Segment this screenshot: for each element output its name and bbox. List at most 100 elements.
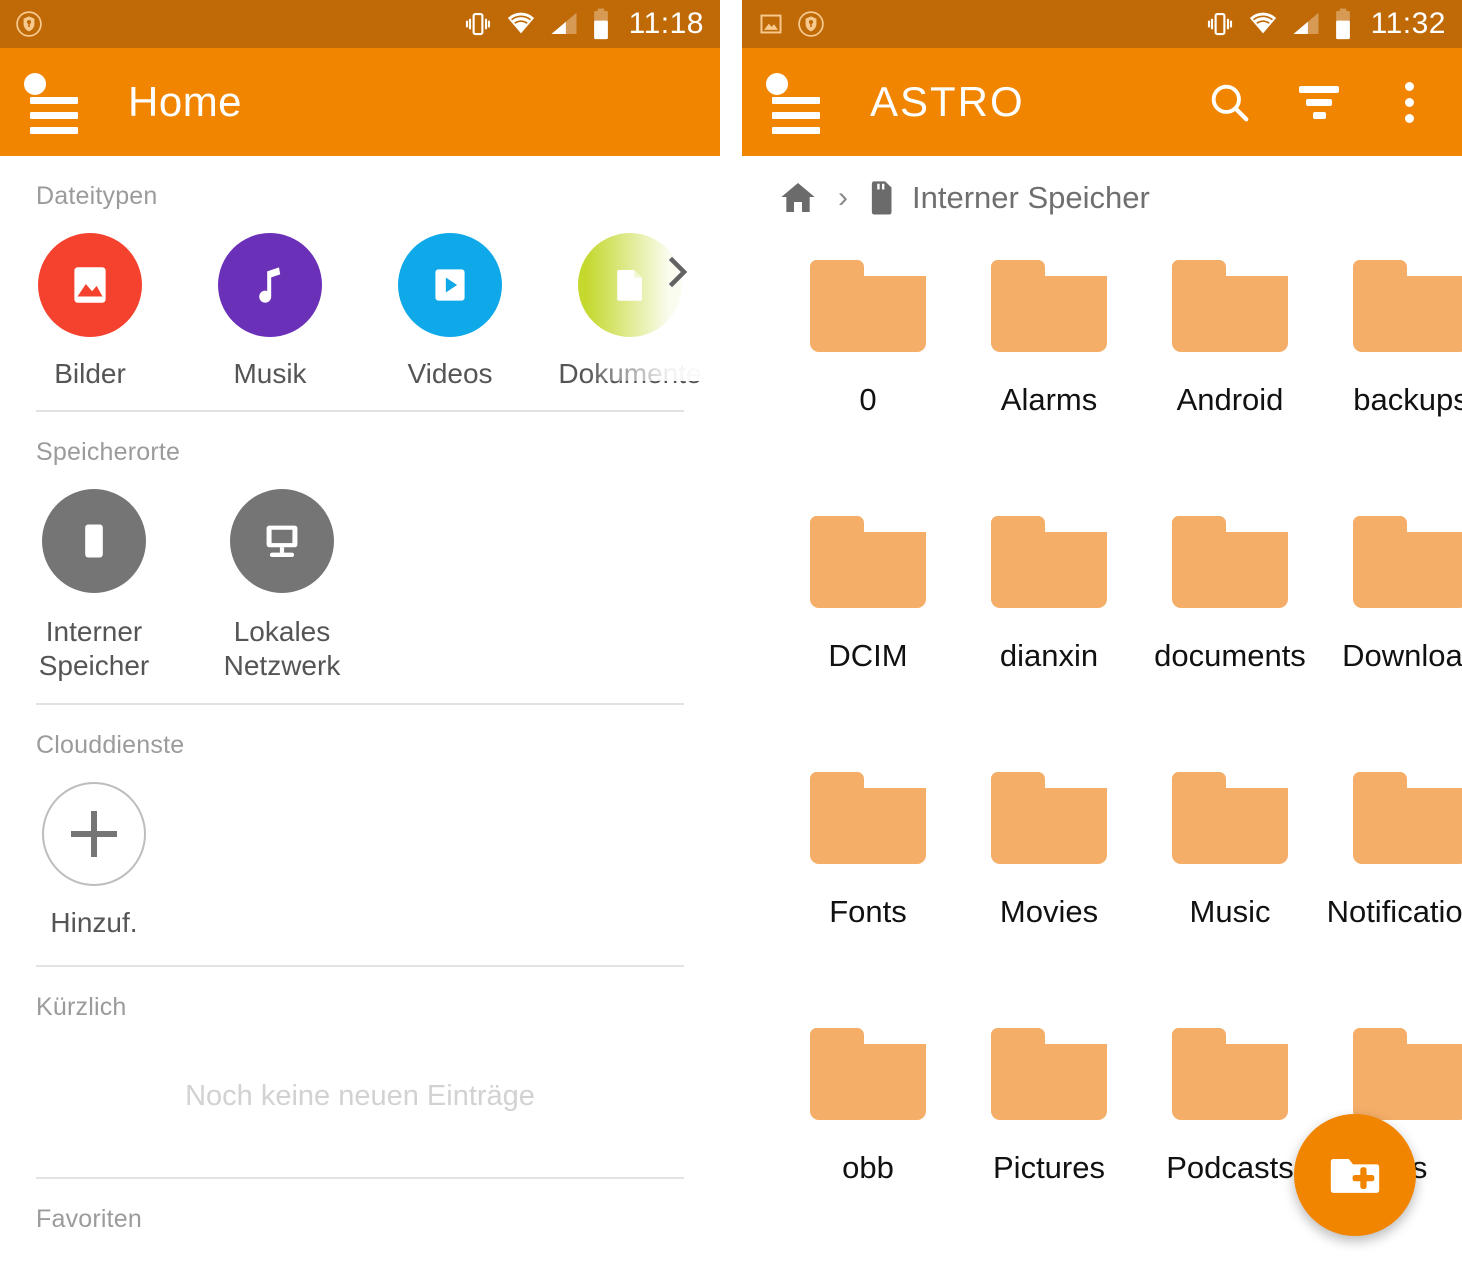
file-type-row: Bilder Musik Videos Dokumente <box>0 211 720 390</box>
battery-icon <box>593 8 608 40</box>
folder-item[interactable]: dianxin <box>959 502 1139 758</box>
storage-interner-speicher[interactable]: Interner Speicher <box>0 488 188 683</box>
breadcrumb-current[interactable]: Interner Speicher <box>868 179 1150 217</box>
breadcrumb-separator: › <box>838 181 848 214</box>
folder-label: Android <box>1176 382 1284 417</box>
status-bar-right-icons: 11:32 <box>1205 7 1446 41</box>
folder-icon <box>1172 516 1288 608</box>
folder-item[interactable]: documents <box>1140 502 1320 758</box>
phone-icon <box>42 488 146 593</box>
folder-item[interactable]: obb <box>778 1014 958 1270</box>
breadcrumb-home[interactable] <box>778 178 818 218</box>
section-label-favorites: Favoriten <box>36 1204 143 1233</box>
folder-item[interactable]: DCIM <box>778 502 958 758</box>
search-icon[interactable] <box>1206 79 1252 125</box>
folder-label: obb <box>842 1150 894 1185</box>
vibrate-icon <box>465 12 490 36</box>
folder-label: Notifications <box>1326 894 1462 929</box>
folder-icon <box>991 516 1107 608</box>
sdcard-icon <box>871 181 892 215</box>
folder-item[interactable]: backups <box>1321 246 1462 502</box>
breadcrumb: › Interner Speicher <box>742 156 1462 240</box>
folder-icon <box>1353 516 1462 608</box>
folder-icon <box>1353 1028 1462 1120</box>
folder-label: Alarms <box>1000 382 1098 417</box>
file-type-musik[interactable]: Musik <box>180 233 360 390</box>
file-type-label: Bilder <box>54 358 126 389</box>
folder-item[interactable]: Music <box>1140 758 1320 1014</box>
folder-label: dianxin <box>999 638 1099 673</box>
menu-badge-dot <box>766 73 788 95</box>
file-type-label: Videos <box>407 358 493 389</box>
app-title: ASTRO <box>870 78 1025 125</box>
recent-empty-message: Noch keine neuen Einträge <box>185 1079 535 1112</box>
app-bar-actions <box>1206 79 1440 125</box>
folder-item[interactable]: Movies <box>959 758 1139 1014</box>
storage-label: Interner Speicher <box>38 615 150 681</box>
cloud-add-label: Hinzuf. <box>50 907 138 939</box>
cloud-add-service[interactable]: Hinzuf. <box>0 782 188 939</box>
section-label-cloud: Clouddienste <box>36 731 185 760</box>
folder-icon <box>1353 260 1462 352</box>
folder-label: Podcasts <box>1166 1150 1294 1185</box>
section-label-storage: Speicherorte <box>36 437 181 466</box>
folder-item[interactable]: Notifications <box>1321 758 1462 1014</box>
folder-item[interactable]: Alarms <box>959 246 1139 502</box>
wifi-icon <box>507 12 534 34</box>
folder-icon <box>810 1028 926 1120</box>
storage-lokales-netzwerk[interactable]: Lokales Netzwerk <box>188 488 376 683</box>
home-icon <box>781 183 815 212</box>
favorites-empty-message: Noch kein Lieblingseintrag hinzugefügt <box>0 1234 720 1280</box>
hamburger-menu-icon[interactable] <box>22 71 84 134</box>
shield-icon <box>798 11 824 37</box>
hamburger-menu-icon[interactable] <box>764 71 826 134</box>
status-bar-left-icons <box>758 11 824 37</box>
section-label-file-types: Dateitypen <box>36 182 158 210</box>
file-type-label: Dokumente <box>558 358 702 389</box>
home-content: Dateitypen Bilder Musik Videos Dokumente… <box>0 156 720 1280</box>
overflow-menu-icon[interactable] <box>1386 79 1432 125</box>
folder-label: Download <box>1342 638 1462 673</box>
folder-icon <box>1172 772 1288 864</box>
folder-icon <box>810 260 926 352</box>
folder-item[interactable]: Android <box>1140 246 1320 502</box>
file-type-bilder[interactable]: Bilder <box>0 233 180 390</box>
folder-icon <box>1353 772 1462 864</box>
dual-screenshot-container: 11:18 Home Dateitypen Bilder Musik Video… <box>0 0 1462 1280</box>
storage-label: Lokales Netzwerk <box>223 615 341 681</box>
folder-icon <box>991 1028 1107 1120</box>
status-bar-clock: 11:18 <box>628 7 704 40</box>
chevron-right-icon[interactable] <box>660 255 694 289</box>
screenshot-image-icon <box>760 14 782 34</box>
desktop-icon <box>230 488 334 593</box>
folder-item[interactable]: Download <box>1321 502 1462 758</box>
right-phone-screen: 11:32 ASTRO › Interner Speicher 0 Alarms… <box>742 0 1462 1280</box>
folder-label: Music <box>1189 894 1271 929</box>
filter-icon[interactable] <box>1296 79 1342 125</box>
section-label-recent: Kürzlich <box>36 992 127 1021</box>
folder-item[interactable]: Pictures <box>959 1014 1139 1270</box>
folder-icon <box>1172 260 1288 352</box>
folder-label: DCIM <box>828 638 908 673</box>
left-phone-screen: 11:18 Home Dateitypen Bilder Musik Video… <box>0 0 720 1280</box>
folder-item[interactable]: 0 <box>778 246 958 502</box>
vibrate-icon <box>1207 12 1232 36</box>
folder-item[interactable]: Podcasts <box>1140 1014 1320 1270</box>
status-bar-clock: 11:32 <box>1370 7 1446 40</box>
folder-label: documents <box>1154 638 1306 673</box>
wifi-icon <box>1249 12 1276 34</box>
status-bar-right-icons: 11:18 <box>463 7 704 41</box>
menu-badge-dot <box>24 73 46 95</box>
left-app-bar: Home <box>0 48 720 156</box>
image-icon <box>38 233 142 337</box>
file-type-label: Musik <box>233 358 307 389</box>
folder-label: 0 <box>859 382 877 417</box>
folder-item[interactable]: Fonts <box>778 758 958 1014</box>
page-title: Home <box>128 78 243 125</box>
new-folder-fab[interactable] <box>1294 1114 1416 1236</box>
file-type-videos[interactable]: Videos <box>360 233 540 390</box>
new-folder-icon <box>1330 1159 1380 1193</box>
folder-icon <box>991 772 1107 864</box>
video-play-icon <box>398 233 502 337</box>
storage-row: Interner Speicher Lokales Netzwerk <box>0 467 720 683</box>
